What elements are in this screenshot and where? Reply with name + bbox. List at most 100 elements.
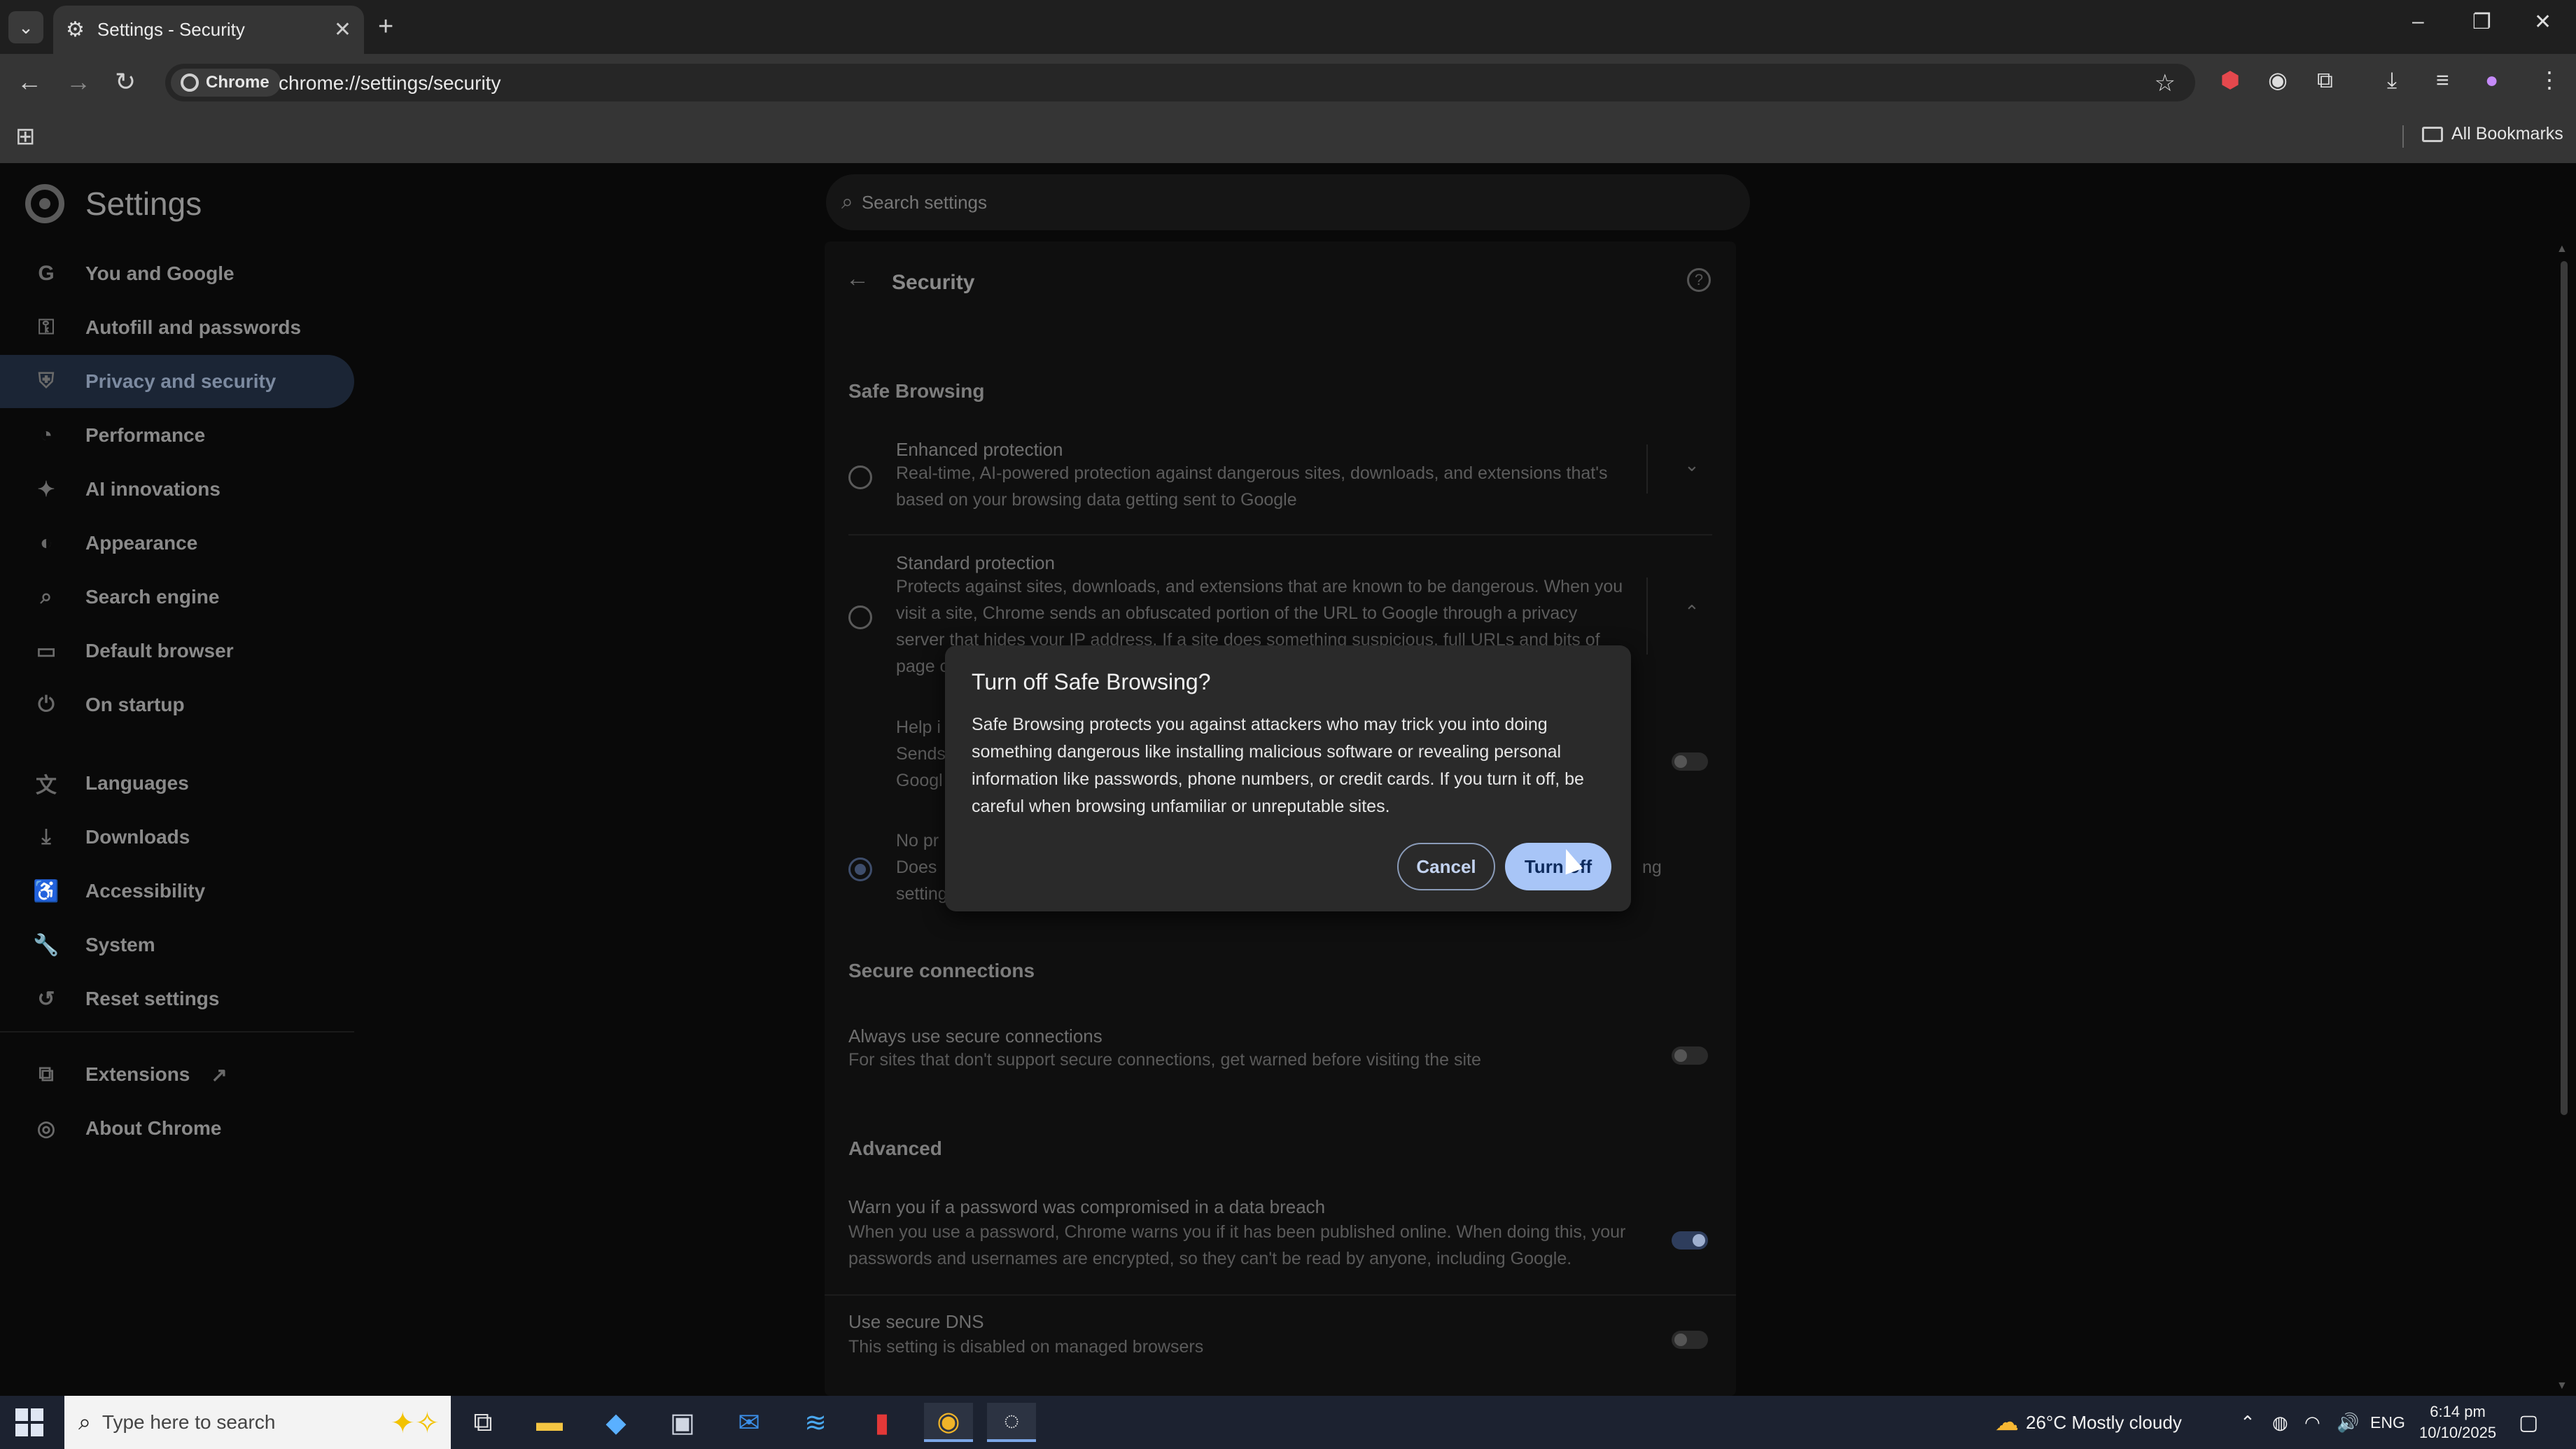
sidebar-item-downloads[interactable]: ⤓ Downloads xyxy=(0,811,354,864)
sidebar-item-label: Extensions xyxy=(85,1063,190,1085)
scroll-down-arrow-icon[interactable]: ▼ xyxy=(2556,1380,2568,1392)
expand-chevron-icon[interactable]: ⌄ xyxy=(1684,454,1700,476)
wrench-icon: 🔧 xyxy=(33,933,59,957)
always-secure-toggle[interactable] xyxy=(1672,1046,1708,1065)
help-improve-toggle[interactable] xyxy=(1672,752,1708,771)
cancel-button[interactable]: Cancel xyxy=(1397,843,1495,890)
reload-button[interactable]: ↻ xyxy=(115,65,136,99)
standard-protection-radio[interactable] xyxy=(848,606,872,629)
does-partial: Does xyxy=(896,858,937,877)
page-title: Security xyxy=(892,271,975,294)
apps-grid-icon[interactable]: ⊞ xyxy=(15,122,36,150)
wifi-icon[interactable]: ◠ xyxy=(2304,1396,2320,1449)
sidebar-item-you-and-google[interactable]: G You and Google xyxy=(0,247,354,300)
new-tab-button[interactable]: + xyxy=(378,13,393,41)
sidebar-item-label: System xyxy=(85,934,155,955)
extensions-puzzle-icon[interactable]: ⧉ xyxy=(2317,66,2333,94)
sidebar-item-extensions[interactable]: ⧉ Extensions ↗ xyxy=(0,1048,354,1101)
search-icon: ⌕ xyxy=(841,190,853,214)
collapse-chevron-icon[interactable]: ⌃ xyxy=(1684,601,1700,623)
sidebar-item-privacy[interactable]: ⛨ Privacy and security xyxy=(0,355,354,408)
taskbar-search-input[interactable] xyxy=(102,1411,354,1434)
notifications-icon[interactable]: ▢ xyxy=(2519,1396,2538,1449)
windows-taskbar: ⌕ ✦✧ ⧉ ▬ ◆ ▣ ✉ ≋ ▮ ◉ ◌ ☁ 26°C Mostly clou… xyxy=(0,1396,2576,1449)
sidebar-item-autofill[interactable]: ⚿ Autofill and passwords xyxy=(0,301,354,354)
meet-now-icon[interactable]: ◍ xyxy=(2272,1396,2288,1449)
tab-close-icon[interactable]: ✕ xyxy=(334,18,351,42)
sidebar-item-system[interactable]: 🔧 System xyxy=(0,918,354,972)
url-text[interactable]: chrome://settings/security xyxy=(279,72,500,94)
settings-search[interactable]: ⌕ xyxy=(826,174,1750,230)
media-controls-icon[interactable]: ≡ xyxy=(2436,66,2449,94)
extension-compass-icon[interactable]: ◉ xyxy=(2268,66,2288,94)
windows-start-icon[interactable] xyxy=(15,1408,43,1436)
settings-app-icon[interactable]: ◌ xyxy=(987,1403,1036,1442)
extension-red-icon[interactable]: ⬢ xyxy=(2220,66,2240,94)
clock[interactable]: 6:14 pm 10/10/2025 xyxy=(2419,1396,2496,1449)
browser-icon: ▭ xyxy=(36,639,57,663)
red-app-icon[interactable]: ▮ xyxy=(858,1403,906,1442)
network-app-icon[interactable]: ≋ xyxy=(791,1403,840,1442)
sidebar-item-accessibility[interactable]: ♿ Accessibility xyxy=(0,864,354,918)
sidebar-item-default-browser[interactable]: ▭ Default browser xyxy=(0,624,354,678)
minimize-button[interactable]: – xyxy=(2412,10,2424,34)
file-explorer-icon[interactable]: ▬ xyxy=(525,1403,574,1442)
maximize-button[interactable]: ❐ xyxy=(2472,10,2491,34)
volume-icon[interactable]: 🔊 xyxy=(2337,1396,2359,1449)
all-bookmarks-button[interactable]: All Bookmarks xyxy=(2422,124,2563,144)
no-protection-radio[interactable] xyxy=(848,858,872,881)
weather-text: 26°C Mostly cloudy xyxy=(2026,1411,2182,1433)
profile-avatar[interactable]: ● xyxy=(2485,66,2498,94)
sidebar-item-search-engine[interactable]: ⌕ Search engine xyxy=(0,570,354,624)
settings-title: Settings xyxy=(85,186,202,222)
settings-header: Settings xyxy=(25,184,202,223)
search-input[interactable] xyxy=(861,191,1632,214)
chrome-taskbar-icon[interactable]: ◉ xyxy=(924,1403,973,1442)
help-icon[interactable]: ? xyxy=(1687,268,1711,292)
downloads-icon[interactable]: ⤓ xyxy=(2387,66,2397,94)
scroll-up-arrow-icon[interactable]: ▲ xyxy=(2556,243,2568,255)
copilot-icon[interactable]: ◆ xyxy=(592,1403,640,1442)
sidebar-item-appearance[interactable]: ◐ Appearance xyxy=(0,517,354,570)
help-improve-partial: Help i xyxy=(896,718,941,737)
address-bar[interactable]: Chrome chrome://settings/security ☆ xyxy=(165,64,2195,102)
sidebar-item-performance[interactable]: ◔ Performance xyxy=(0,409,354,462)
tab-search-button[interactable]: ⌄ xyxy=(8,11,43,43)
dialog-title: Turn off Safe Browsing? xyxy=(972,669,1211,694)
sidebar-item-on-startup[interactable]: ⏻ On startup xyxy=(0,678,354,732)
always-secure-desc: For sites that don't support secure conn… xyxy=(848,1050,1481,1070)
back-button[interactable]: ← xyxy=(17,65,42,99)
secure-dns-toggle[interactable] xyxy=(1672,1331,1708,1349)
sidebar-item-reset-settings[interactable]: ↺ Reset settings xyxy=(0,972,354,1026)
breach-warning-toggle[interactable] xyxy=(1672,1231,1708,1250)
sidebar-item-languages[interactable]: 文 Languages xyxy=(0,757,354,810)
turn-off-button[interactable]: Turn off xyxy=(1505,843,1611,890)
taskbar-search[interactable]: ⌕ ✦✧ xyxy=(64,1396,451,1449)
close-window-button[interactable]: ✕ xyxy=(2534,10,2552,34)
language-indicator[interactable]: ENG xyxy=(2370,1396,2405,1449)
store-icon[interactable]: ▣ xyxy=(658,1403,707,1442)
weather-widget[interactable]: ☁ 26°C Mostly cloudy xyxy=(1995,1396,2182,1449)
mail-icon[interactable]: ✉ xyxy=(724,1403,774,1442)
forward-button[interactable]: → xyxy=(66,65,91,99)
sidebar-item-label: Default browser xyxy=(85,640,234,662)
sidebar-item-ai-innovations[interactable]: ✦ AI innovations xyxy=(0,463,354,516)
tab-settings-security[interactable]: ⚙ Settings - Security ✕ xyxy=(53,6,364,54)
enhanced-protection-radio[interactable] xyxy=(848,465,872,489)
bookmark-star-icon[interactable]: ☆ xyxy=(2155,69,2176,97)
row-separator xyxy=(1646,444,1648,493)
task-view-icon[interactable]: ⧉ xyxy=(458,1403,507,1442)
scrollbar-thumb[interactable] xyxy=(2561,261,2568,1115)
gauge-icon: ◔ xyxy=(39,424,53,447)
breach-warning-desc: When you use a password, Chrome warns yo… xyxy=(848,1222,1626,1268)
ng-partial: ng xyxy=(1642,858,1662,877)
back-arrow-icon[interactable]: ← xyxy=(846,265,869,293)
sidebar-item-about-chrome[interactable]: ◎ About Chrome xyxy=(0,1102,354,1155)
sidebar-item-label: Appearance xyxy=(85,532,198,554)
site-info-chip[interactable]: Chrome xyxy=(171,69,281,97)
sidebar-item-label: On startup xyxy=(85,694,185,715)
menu-kebab-icon[interactable]: ⋮ xyxy=(2538,66,2561,94)
secure-dns-desc: This setting is disabled on managed brow… xyxy=(848,1337,1204,1357)
show-hidden-icons[interactable]: ⌃ xyxy=(2240,1396,2255,1449)
sparkle-icon: ✦ xyxy=(37,477,55,501)
